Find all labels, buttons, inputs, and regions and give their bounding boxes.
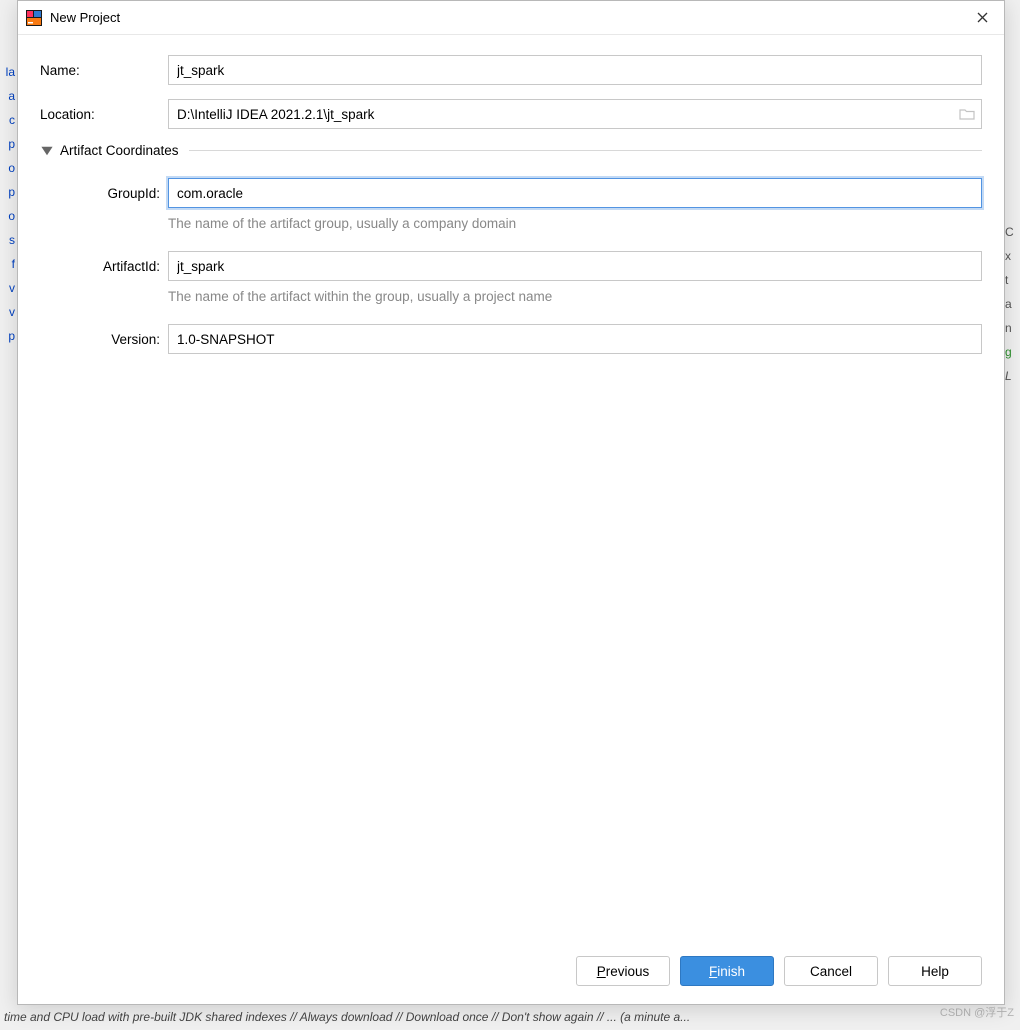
groupid-input[interactable] — [168, 178, 982, 208]
button-bar: PPreviousrevious FinishFinish Cancel Hel… — [18, 942, 1004, 1004]
version-label: Version: — [70, 332, 168, 347]
name-label: Name: — [40, 63, 168, 78]
dialog-title: New Project — [50, 10, 968, 25]
artifactid-label: ArtifactId: — [70, 259, 168, 274]
folder-icon — [959, 108, 975, 121]
cancel-button[interactable]: Cancel — [784, 956, 878, 986]
close-button[interactable] — [968, 4, 996, 32]
finish-button[interactable]: FinishFinish — [680, 956, 774, 986]
artifact-coordinates-header: Artifact Coordinates — [60, 143, 189, 158]
artifactid-help-text: The name of the artifact within the grou… — [168, 289, 982, 304]
disclosure-triangle-icon[interactable] — [40, 144, 54, 158]
background-left-strip: laacpoposfvvp — [0, 0, 15, 1030]
new-project-dialog: New Project Name: Location: — [17, 0, 1005, 1005]
watermark-text: CSDN @浮于Z — [940, 1004, 1014, 1020]
titlebar: New Project — [18, 1, 1004, 35]
dialog-content: Name: Location: — [18, 35, 1004, 942]
help-button[interactable]: Help — [888, 956, 982, 986]
groupid-label: GroupId: — [70, 186, 168, 201]
background-status-text: time and CPU load with pre-built JDK sha… — [0, 1010, 1020, 1030]
name-input[interactable] — [168, 55, 982, 85]
previous-button[interactable]: PPreviousrevious — [576, 956, 670, 986]
background-right-strip: CxtangL — [1005, 0, 1020, 1030]
browse-folder-button[interactable] — [953, 108, 981, 121]
artifactid-input[interactable] — [168, 251, 982, 281]
location-input[interactable] — [169, 100, 953, 128]
location-label: Location: — [40, 107, 168, 122]
groupid-help-text: The name of the artifact group, usually … — [168, 216, 982, 231]
intellij-icon — [26, 10, 42, 26]
section-divider — [189, 150, 982, 151]
version-input[interactable] — [168, 324, 982, 354]
